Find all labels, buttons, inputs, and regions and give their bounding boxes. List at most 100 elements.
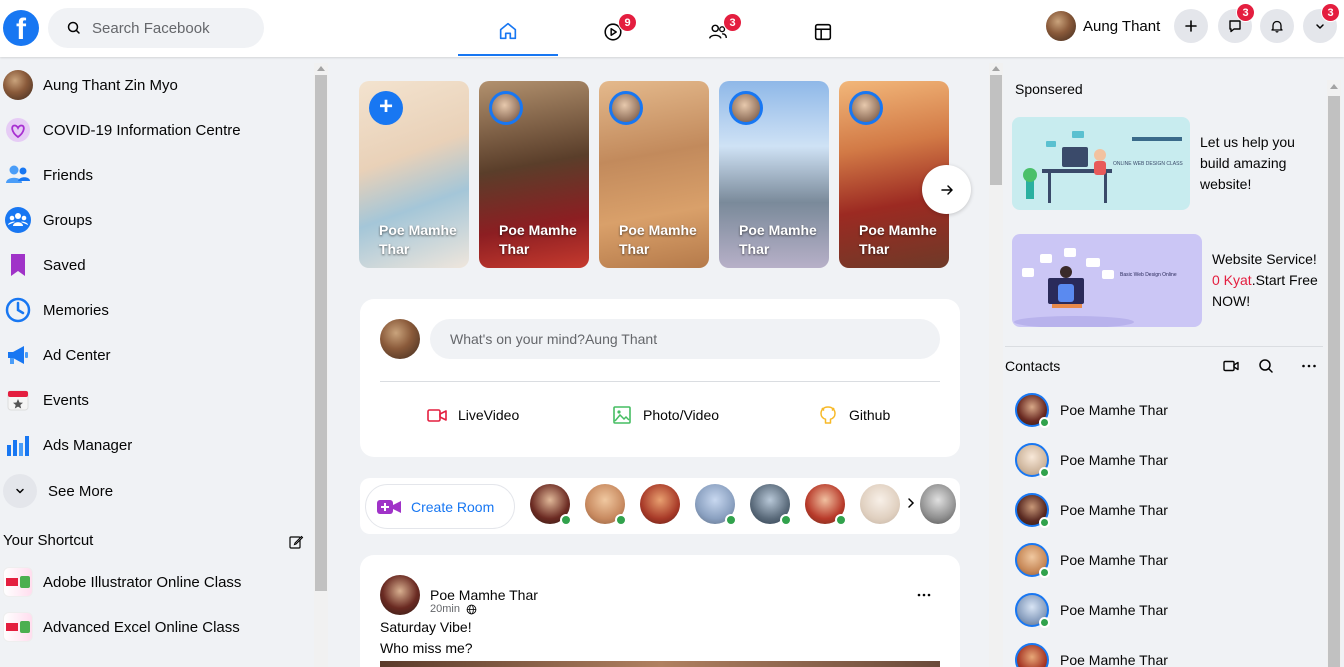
room-avatar[interactable] xyxy=(920,484,956,524)
post-text-line: Saturday Vibe! xyxy=(380,619,472,635)
more-options-icon[interactable] xyxy=(1300,357,1318,375)
live-video-button[interactable]: LiveVideo xyxy=(426,403,519,427)
status-input-box[interactable] xyxy=(430,319,940,359)
scroll-up-arrow[interactable] xyxy=(992,66,1000,71)
ad-illustration: Basic Web Design Online xyxy=(1014,248,1177,327)
shortcut-item[interactable]: Adobe Illustrator Online Class xyxy=(3,564,241,600)
room-avatar[interactable] xyxy=(695,484,737,526)
avatar xyxy=(380,319,420,359)
online-indicator xyxy=(1039,567,1050,578)
room-avatar[interactable] xyxy=(750,484,792,526)
add-story-button[interactable]: + xyxy=(369,91,403,125)
ad-description[interactable]: Website Service! 0 Kyat.Start Free NOW! xyxy=(1212,249,1324,312)
sidebar-item-friends[interactable]: Friends xyxy=(3,157,93,193)
story-card[interactable]: Poe Mamhe Thar xyxy=(599,81,709,268)
status-input[interactable] xyxy=(450,329,920,349)
sidebar-item-events[interactable]: Events xyxy=(3,382,89,418)
shortcut-label: Adobe Illustrator Online Class xyxy=(43,573,242,591)
post-text-line: Who miss me? xyxy=(380,640,473,656)
story-name: Poe Mamhe Thar xyxy=(379,222,457,257)
messenger-button[interactable]: 3 xyxy=(1218,3,1255,43)
facebook-logo[interactable]: f xyxy=(3,10,39,46)
tab-friends[interactable]: 3 xyxy=(668,8,768,56)
create-button[interactable] xyxy=(1174,9,1208,43)
story-avatar xyxy=(489,91,523,125)
github-button[interactable]: Github xyxy=(817,403,890,427)
post-author-avatar[interactable] xyxy=(380,575,420,615)
sidebar-item-label: COVID-19 Information Centre xyxy=(43,121,241,139)
bar-chart-icon xyxy=(3,430,33,460)
search-box[interactable] xyxy=(48,8,264,48)
contact-item[interactable]: Poe Mamhe Thar xyxy=(1015,442,1168,478)
online-indicator xyxy=(560,514,572,526)
more-options-icon[interactable] xyxy=(916,587,932,603)
ad-description[interactable]: Let us help you build amazing website! xyxy=(1200,132,1320,195)
scrollbar-thumb[interactable] xyxy=(315,75,327,591)
shortcut-item[interactable]: Advanced Excel Online Class xyxy=(3,609,240,645)
scroll-up-arrow[interactable] xyxy=(317,66,325,71)
story-card[interactable]: Poe Mamhe Thar xyxy=(479,81,589,268)
search-input[interactable] xyxy=(92,18,252,38)
contact-name: Poe Mamhe Thar xyxy=(1060,652,1168,667)
scrollbar-thumb[interactable] xyxy=(1328,96,1340,667)
room-avatar[interactable] xyxy=(860,484,900,524)
scroll-up-arrow[interactable] xyxy=(1330,84,1338,89)
contact-item[interactable]: Poe Mamhe Thar xyxy=(1015,542,1168,578)
account-menu-button[interactable]: 3 xyxy=(1303,3,1340,43)
post-author-name[interactable]: Poe Mamhe Thar xyxy=(430,587,538,603)
arrow-right-icon xyxy=(940,184,953,195)
story-avatar xyxy=(849,91,883,125)
stories-next-button[interactable] xyxy=(922,165,971,214)
sponsored-title: Sponsered xyxy=(1015,81,1083,97)
contact-item[interactable]: Poe Mamhe Thar xyxy=(1015,592,1168,628)
tab-watch[interactable]: 9 xyxy=(563,8,663,56)
tab-marketplace[interactable] xyxy=(773,8,873,56)
search-icon[interactable] xyxy=(1257,357,1275,375)
ad-image[interactable]: ONLINE WEB DESIGN CLASS xyxy=(1012,117,1190,210)
left-scrollbar[interactable] xyxy=(314,63,328,667)
divider xyxy=(1005,346,1323,347)
tab-home[interactable] xyxy=(458,8,558,56)
post-text: Saturday Vibe! Who miss me? xyxy=(380,617,473,659)
contact-name: Poe Mamhe Thar xyxy=(1060,552,1168,568)
contact-avatar xyxy=(1015,393,1050,428)
right-scrollbar[interactable] xyxy=(1327,80,1341,667)
story-card[interactable]: + Poe Mamhe Thar xyxy=(359,81,469,268)
story-card[interactable]: Poe Mamhe Thar xyxy=(719,81,829,268)
room-avatar[interactable] xyxy=(585,484,627,526)
photo-video-button[interactable]: Photo/Video xyxy=(611,403,719,427)
notifications-button[interactable] xyxy=(1260,9,1294,43)
room-avatar[interactable] xyxy=(640,484,680,524)
contact-name: Poe Mamhe Thar xyxy=(1060,402,1168,418)
room-avatar[interactable] xyxy=(805,484,847,526)
sidebar-item-profile[interactable]: Aung Thant Zin Myo xyxy=(3,67,178,103)
sidebar-item-label: Memories xyxy=(43,301,109,319)
ad-image[interactable]: Basic Web Design Online xyxy=(1012,234,1202,327)
globe-icon xyxy=(466,604,477,614)
contact-item[interactable]: Poe Mamhe Thar xyxy=(1015,642,1168,667)
create-room-button[interactable]: Create Room xyxy=(365,484,515,529)
sidebar-item-label: Events xyxy=(43,391,89,409)
groups-icon xyxy=(3,205,33,235)
scrollbar-thumb[interactable] xyxy=(990,75,1002,185)
room-avatar[interactable] xyxy=(530,484,572,526)
shortcut-title: Your Shortcut xyxy=(3,532,94,549)
contact-item[interactable]: Poe Mamhe Thar xyxy=(1015,392,1168,428)
contact-item[interactable]: Poe Mamhe Thar xyxy=(1015,492,1168,528)
sidebar-item-saved[interactable]: Saved xyxy=(3,247,86,283)
watch-badge: 9 xyxy=(618,13,637,32)
see-more-button[interactable]: See More xyxy=(3,473,113,509)
edit-icon[interactable] xyxy=(288,534,304,550)
sidebar-item-ads-manager[interactable]: Ads Manager xyxy=(3,427,132,463)
sidebar-item-covid[interactable]: COVID-19 Information Centre xyxy=(3,112,241,148)
rooms-next-button[interactable] xyxy=(901,491,921,515)
profile-chip[interactable]: Aung Thant xyxy=(1046,11,1160,41)
video-call-icon[interactable] xyxy=(1222,357,1240,375)
layout-icon xyxy=(814,23,832,41)
sidebar-item-groups[interactable]: Groups xyxy=(3,202,92,238)
sidebar-item-ad-center[interactable]: Ad Center xyxy=(3,337,111,373)
feed-scrollbar[interactable] xyxy=(989,63,1003,667)
sidebar-item-memories[interactable]: Memories xyxy=(3,292,109,328)
post-image[interactable] xyxy=(380,661,940,667)
online-indicator xyxy=(1039,517,1050,528)
